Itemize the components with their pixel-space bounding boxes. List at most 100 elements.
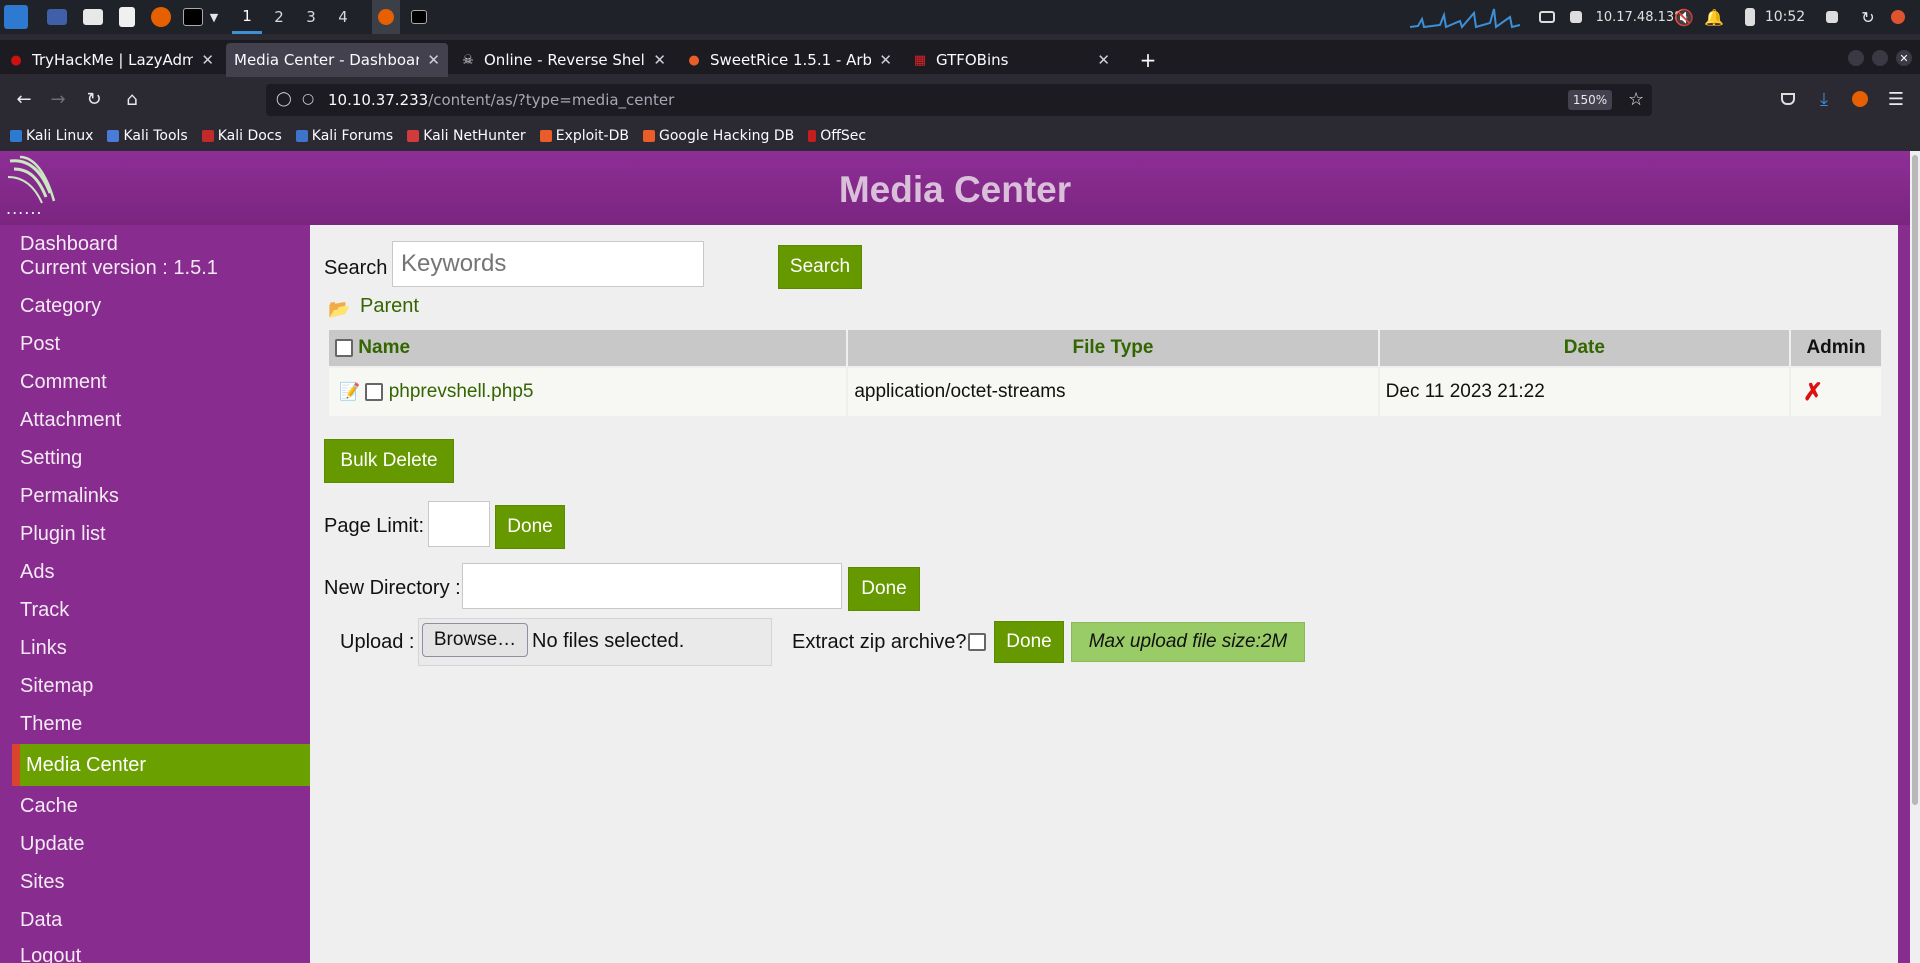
bookmark-star-icon[interactable]: ☆	[1628, 89, 1644, 110]
bookmark-label: Exploit-DB	[555, 128, 629, 144]
sidebar-item-post[interactable]: Post	[20, 333, 60, 356]
row-select-checkbox[interactable]	[365, 382, 384, 401]
url-bar[interactable]: ◯ ○ 10.10.37.233/content/as/?type=media_…	[266, 84, 1652, 116]
zoom-level-badge[interactable]: 150%	[1568, 90, 1612, 110]
select-all-checkbox[interactable]	[335, 338, 353, 357]
workspace-3[interactable]: 3	[296, 0, 326, 34]
tab-gtfobins[interactable]: ▦ GTFOBins ✕	[904, 43, 1118, 77]
parent-link[interactable]: Parent	[360, 295, 419, 318]
new-tab-button[interactable]: +	[1132, 43, 1164, 77]
tab-media-center[interactable]: Media Center - Dashboard ✕	[226, 43, 448, 77]
column-header-name[interactable]: Name	[329, 330, 847, 366]
sidebar-item-permalinks[interactable]: Permalinks	[20, 485, 119, 508]
page-scrollbar[interactable]	[1910, 151, 1920, 963]
extract-zip-label: Extract zip archive?	[792, 631, 967, 653]
refresh-session-icon[interactable]: ↻	[1856, 0, 1880, 34]
back-arrow-icon[interactable]: ←	[8, 80, 40, 118]
sidebar-item-dashboard[interactable]: Dashboard	[20, 233, 118, 256]
sidebar-item-data[interactable]: Data	[20, 909, 62, 932]
close-tab-icon[interactable]: ✕	[427, 51, 440, 69]
close-tab-icon[interactable]: ✕	[879, 51, 892, 69]
firefox-icon[interactable]	[148, 0, 174, 34]
sidebar-item-cache[interactable]: Cache	[20, 795, 78, 818]
file-type-cell: application/octet-streams	[848, 368, 1378, 416]
bookmark-google-hacking-db[interactable]: Google Hacking DB	[642, 128, 794, 144]
show-desktop-icon[interactable]	[44, 0, 70, 34]
sidebar-item-update[interactable]: Update	[20, 833, 85, 856]
tab-reverse-shell[interactable]: ☠ Online - Reverse Shell Ge ✕	[452, 43, 674, 77]
column-header-label: Name	[358, 337, 411, 358]
sidebar-item-sites[interactable]: Sites	[20, 871, 64, 894]
pocket-icon[interactable]	[1772, 80, 1804, 118]
sidebar-item-links[interactable]: Links	[20, 637, 67, 660]
file-edit-icon[interactable]: 📝	[339, 382, 360, 401]
tab-sweetrice-exploit[interactable]: ● SweetRice 1.5.1 - Arbitrary ✕	[678, 43, 900, 77]
sidebar-item-logout[interactable]: Logout	[20, 945, 81, 963]
sidebar-item-category[interactable]: Category	[20, 295, 101, 318]
sidebar-item-theme[interactable]: Theme	[20, 713, 82, 736]
bookmark-kali-linux[interactable]: Kali Linux	[10, 128, 93, 144]
text-editor-icon[interactable]	[114, 0, 140, 34]
bookmark-offsec[interactable]: OffSec	[808, 128, 866, 144]
volume-muted-icon[interactable]: 🔇	[1672, 0, 1696, 34]
bookmark-kali-tools[interactable]: Kali Tools	[107, 128, 188, 144]
new-directory-done-button[interactable]: Done	[848, 567, 920, 611]
lock-icon[interactable]: ○	[302, 91, 314, 107]
close-tab-icon[interactable]: ✕	[1097, 51, 1110, 69]
browse-button[interactable]: Browse…	[422, 623, 528, 657]
hamburger-menu-icon[interactable]: ☰	[1880, 80, 1912, 118]
display-icon[interactable]	[1536, 0, 1558, 34]
file-manager-icon[interactable]	[80, 0, 106, 34]
tab-tryhackme[interactable]: ● TryHackMe | LazyAdmin ✕	[0, 43, 222, 77]
workspace-1[interactable]: 1	[232, 0, 262, 34]
search-input[interactable]	[392, 241, 704, 287]
sidebar-item-sitemap[interactable]: Sitemap	[20, 675, 93, 698]
power-icon[interactable]	[1886, 0, 1910, 34]
new-directory-input[interactable]	[462, 563, 842, 609]
chevron-down-icon[interactable]: ▼	[206, 0, 222, 34]
notification-bell-icon[interactable]: 🔔	[1702, 0, 1726, 34]
workspace-2[interactable]: 2	[264, 0, 294, 34]
search-button[interactable]: Search	[778, 245, 862, 289]
maximize-window-button[interactable]	[1872, 50, 1888, 66]
kali-menu-icon[interactable]	[2, 0, 30, 34]
bookmark-label: Kali Forums	[311, 128, 394, 144]
close-tab-icon[interactable]: ✕	[201, 51, 214, 69]
exploitdb-icon: ●	[688, 52, 700, 68]
close-tab-icon[interactable]: ✕	[653, 51, 666, 69]
close-window-button[interactable]: ✕	[1896, 50, 1912, 66]
downloads-icon[interactable]: ⤓	[1808, 80, 1840, 118]
page-limit-input[interactable]	[428, 501, 490, 547]
bookmark-exploit-db[interactable]: Exploit-DB	[539, 128, 629, 144]
bookmark-kali-docs[interactable]: Kali Docs	[201, 128, 282, 144]
lock-screen-icon[interactable]	[1820, 0, 1844, 34]
terminal-window-button[interactable]	[406, 0, 432, 34]
scrollbar-thumb[interactable]	[1912, 155, 1918, 805]
sidebar-item-media-center[interactable]: Media Center	[12, 744, 310, 786]
minimize-window-button[interactable]	[1848, 50, 1864, 66]
page-limit-done-button[interactable]: Done	[495, 505, 565, 549]
delete-icon[interactable]: ✗	[1803, 379, 1823, 406]
sidebar-item-setting[interactable]: Setting	[20, 447, 82, 470]
terminal-icon[interactable]	[180, 0, 206, 34]
bookmark-kali-forums[interactable]: Kali Forums	[295, 128, 394, 144]
workspace-4[interactable]: 4	[328, 0, 358, 34]
tab-title: Online - Reverse Shell Ge	[484, 51, 646, 69]
sidebar-item-track[interactable]: Track	[20, 599, 69, 622]
home-icon[interactable]: ⌂	[116, 80, 148, 118]
sidebar-item-comment[interactable]: Comment	[20, 371, 107, 394]
forward-arrow-icon[interactable]: →	[42, 80, 74, 118]
upload-done-button[interactable]: Done	[994, 621, 1064, 663]
extract-zip-checkbox[interactable]	[968, 633, 986, 651]
sidebar-item-attachment[interactable]: Attachment	[20, 409, 121, 432]
reload-icon[interactable]: ↻	[78, 80, 110, 118]
extension-icon[interactable]	[1844, 80, 1876, 118]
battery-icon[interactable]	[1738, 0, 1762, 34]
firefox-window-button[interactable]	[372, 0, 400, 34]
bookmark-kali-nethunter[interactable]: Kali NetHunter	[407, 128, 526, 144]
file-link[interactable]: phprevshell.php5	[389, 381, 534, 402]
shield-icon[interactable]: ◯	[276, 91, 292, 107]
sidebar-item-ads[interactable]: Ads	[20, 561, 54, 584]
bulk-delete-button[interactable]: Bulk Delete	[324, 439, 454, 483]
sidebar-item-plugin-list[interactable]: Plugin list	[20, 523, 106, 546]
